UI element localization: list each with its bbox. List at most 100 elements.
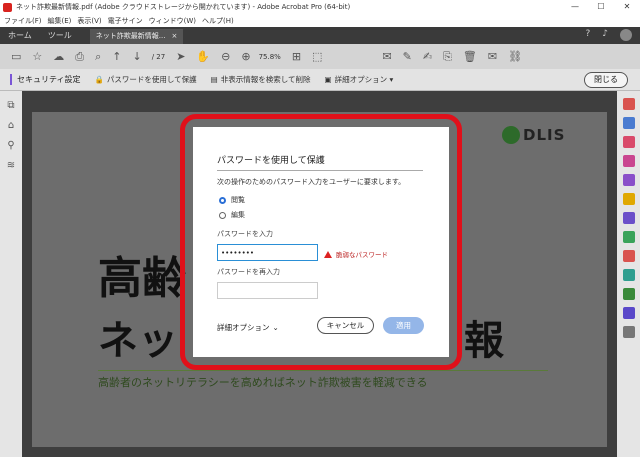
close-window-button[interactable]: ✕ xyxy=(614,0,640,14)
read-mode-icon[interactable]: ⬚ xyxy=(312,50,322,63)
document-icon: ▤ xyxy=(210,75,218,84)
document-tab-label: ネット詐欺最新情報... xyxy=(95,32,166,40)
advanced-options-label: 詳細オプション ▾ xyxy=(334,75,394,84)
warning-icon xyxy=(324,250,332,258)
weak-password-text: 脆弱なパスワード xyxy=(336,251,388,259)
window-title: ネット詐欺最新情報.pdf (Adobe クラウドストレージから開かれています)… xyxy=(16,3,351,11)
avatar[interactable] xyxy=(620,29,632,41)
page-down-icon[interactable]: ↓ xyxy=(132,50,141,63)
compress-icon[interactable] xyxy=(622,250,635,262)
menu-edit[interactable]: 編集(E) xyxy=(48,16,72,26)
dialog-title: パスワードを使用して保護 xyxy=(217,156,325,166)
layers-icon[interactable]: ≋ xyxy=(0,160,22,171)
logo-text: DLIS xyxy=(523,126,566,144)
radio-view[interactable]: 閲覧 xyxy=(219,195,245,205)
new-file-icon[interactable]: ▭ xyxy=(11,50,21,63)
zoom-in-icon[interactable]: ⊕ xyxy=(241,50,250,63)
mail-icon[interactable]: ✉ xyxy=(488,50,497,63)
remove-hidden-info-button[interactable]: ▤ 非表示情報を検索して削除 xyxy=(211,74,311,85)
left-panel: ⧉ ⌂ ⚲ ≋ xyxy=(0,91,22,457)
help-icon[interactable]: ? xyxy=(585,29,590,41)
pages-icon[interactable]: ⧉ xyxy=(0,100,22,111)
lock-icon: 🔒 xyxy=(94,75,104,84)
password-label: パスワードを入力 xyxy=(217,230,273,238)
pen-icon[interactable]: ✎ xyxy=(403,50,412,63)
acrobat-app-icon xyxy=(3,2,12,12)
confirm-password-input[interactable] xyxy=(217,282,318,299)
edit-pdf-icon[interactable] xyxy=(622,117,635,129)
menu-help[interactable]: ヘルプ(H) xyxy=(202,16,234,26)
page-count: / 27 xyxy=(151,52,166,61)
measure-icon[interactable] xyxy=(622,269,635,281)
scan-icon[interactable] xyxy=(622,231,635,243)
select-tool-icon[interactable]: ➤ xyxy=(176,50,185,63)
print-icon[interactable]: ⎙ xyxy=(75,50,84,64)
maximize-button[interactable]: ☐ xyxy=(588,0,614,14)
fill-sign-icon[interactable] xyxy=(622,174,635,186)
heading-line2-right: 報 xyxy=(464,318,504,364)
protect-with-password-button[interactable]: 🔒 パスワードを使用して保護 xyxy=(95,74,197,85)
comment-icon[interactable]: ✉ xyxy=(382,50,391,63)
create-pdf-icon[interactable] xyxy=(622,98,635,110)
stamp-icon[interactable]: ⎘ xyxy=(443,50,452,64)
minimize-button[interactable]: — xyxy=(562,0,588,14)
radio-view-label: 閲覧 xyxy=(231,196,245,204)
subtitle-divider xyxy=(98,370,548,371)
combine-icon[interactable] xyxy=(622,212,635,224)
menu-view[interactable]: 表示(V) xyxy=(77,16,101,26)
chevron-down-icon: ⌄ xyxy=(272,323,279,332)
zoom-out-icon[interactable]: ⊖ xyxy=(221,50,230,63)
window-controls: — ☐ ✕ xyxy=(562,0,640,14)
cancel-button[interactable]: キャンセル xyxy=(317,317,374,334)
confirm-password-label: パスワードを再入力 xyxy=(217,268,280,276)
organize-icon[interactable] xyxy=(622,155,635,167)
page-up-icon[interactable]: ↑ xyxy=(112,50,121,63)
search-icon[interactable]: ⌕ xyxy=(95,50,101,64)
tab-home[interactable]: ホーム xyxy=(0,27,40,44)
radio-edit-label: 編集 xyxy=(231,211,245,219)
menu-file[interactable]: ファイル(F) xyxy=(4,16,42,26)
sign-icon[interactable]: ✍ xyxy=(423,50,432,63)
menu-esign[interactable]: 電子サイン xyxy=(108,16,143,26)
zoom-level[interactable]: 75.8% xyxy=(259,53,281,61)
more-tools-icon[interactable] xyxy=(622,326,635,338)
protect-icon[interactable] xyxy=(622,307,635,319)
weak-password-warning: 脆弱なパスワード xyxy=(324,249,388,259)
menu-window[interactable]: ウィンドウ(W) xyxy=(149,16,196,26)
protect-with-password-label: パスワードを使用して保護 xyxy=(106,75,197,84)
comment-tool-icon[interactable] xyxy=(622,193,635,205)
advanced-icon: ▣ xyxy=(324,75,332,84)
trash-icon[interactable]: 🗑 xyxy=(463,50,477,63)
apply-button[interactable]: 適用 xyxy=(383,317,424,334)
password-dialog: パスワードを使用して保護 次の操作のためのパスワード入力をユーザーに要求します。… xyxy=(193,127,449,357)
close-security-button[interactable]: 閉じる xyxy=(584,72,628,88)
advanced-options-toggle[interactable]: 詳細オプション ⌄ xyxy=(217,322,279,333)
remove-hidden-info-label: 非表示情報を検索して削除 xyxy=(220,75,311,84)
radio-view-indicator[interactable] xyxy=(219,196,226,204)
bookmark-icon[interactable]: ⌂ xyxy=(0,120,22,131)
password-input[interactable] xyxy=(217,244,318,261)
upload-icon[interactable]: ☁ xyxy=(53,50,64,63)
advanced-options-button[interactable]: ▣ 詳細オプション ▾ xyxy=(325,74,394,85)
dlis-logo: DLIS xyxy=(502,126,565,144)
security-toolbar: セキュリティ設定 🔒 パスワードを使用して保護 ▤ 非表示情報を検索して削除 ▣… xyxy=(0,69,640,91)
title-bar: ネット詐欺最新情報.pdf (Adobe クラウドストレージから開かれています)… xyxy=(0,0,640,14)
hand-tool-icon[interactable]: ✋ xyxy=(196,50,210,63)
tabbar-right-icons: ? ♪ xyxy=(585,29,632,41)
attachment-icon[interactable]: ⚲ xyxy=(0,140,22,151)
star-icon[interactable]: ☆ xyxy=(32,50,42,63)
fit-page-icon[interactable]: ⊞ xyxy=(292,50,301,63)
radio-edit[interactable]: 編集 xyxy=(219,210,245,220)
tab-document[interactable]: ネット詐欺最新情報... × xyxy=(89,29,184,44)
export-pdf-icon[interactable] xyxy=(622,136,635,148)
right-tools-panel xyxy=(617,91,640,457)
radio-edit-indicator[interactable] xyxy=(219,211,226,219)
tab-tools[interactable]: ツール xyxy=(40,27,80,44)
link-icon[interactable]: ⛓ xyxy=(508,50,522,63)
menu-bar: ファイル(F) 編集(E) 表示(V) 電子サイン ウィンドウ(W) ヘルプ(H… xyxy=(0,14,640,27)
close-tab-icon[interactable]: × xyxy=(171,29,177,44)
bell-icon[interactable]: ♪ xyxy=(602,29,608,41)
heading-line1: 高齢 xyxy=(98,253,186,304)
logo-mark xyxy=(502,126,520,144)
print-production-icon[interactable] xyxy=(622,288,635,300)
